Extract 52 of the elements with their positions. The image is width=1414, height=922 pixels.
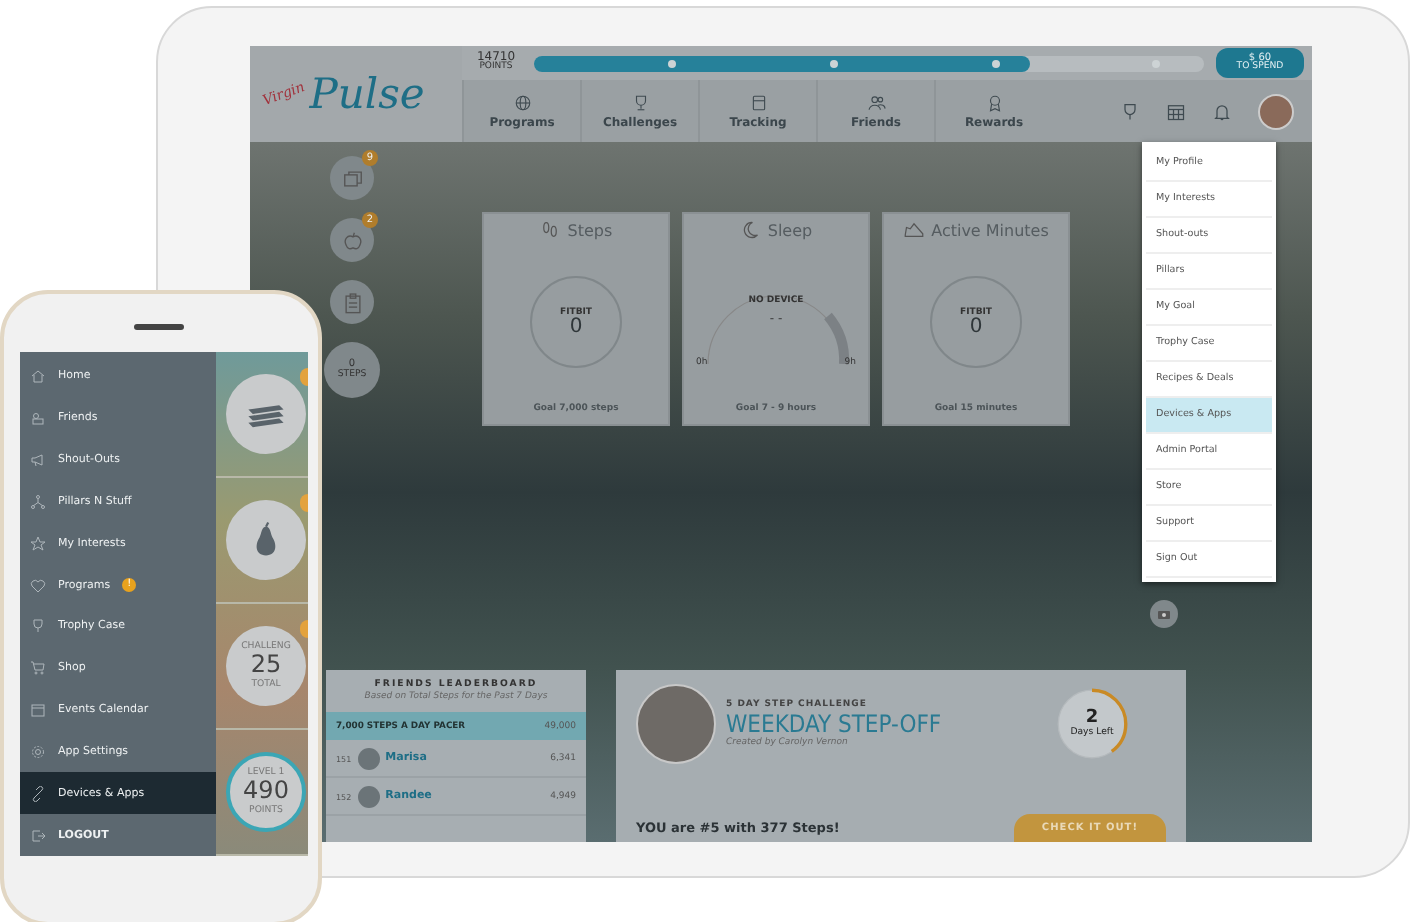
cart-icon [30, 660, 46, 677]
medal-icon [985, 93, 1003, 111]
link-icon [30, 785, 46, 802]
notification-badge [300, 368, 308, 386]
home-icon [30, 368, 46, 385]
apple-icon [341, 229, 363, 251]
card-title: Steps [567, 221, 613, 239]
notebook-icon [749, 93, 767, 111]
speaker-slot [134, 324, 184, 330]
avatar [357, 785, 380, 807]
tracker-value: 0 [969, 317, 983, 337]
people-icon [30, 410, 46, 427]
cards-icon [341, 167, 363, 189]
logo-text: Pulse [309, 70, 425, 118]
moon-icon [739, 220, 760, 240]
footprints-icon [539, 220, 560, 240]
megaphone-icon [30, 452, 46, 469]
card-title: Sleep [767, 221, 813, 239]
milestone-dot [668, 59, 677, 67]
days-left-ring [1054, 686, 1130, 762]
calendar-icon[interactable] [1166, 101, 1186, 121]
stat-circle[interactable] [226, 500, 306, 580]
stat-value: 490 [243, 778, 289, 805]
stat-circle[interactable] [226, 374, 306, 454]
trophy-icon [30, 618, 46, 635]
tracker-value: 0 [569, 317, 583, 337]
challenge-title: WEEKDAY STEP-OFF [726, 710, 944, 738]
notification-badge [300, 620, 308, 638]
people-icon [867, 93, 885, 111]
globe-icon [513, 93, 531, 111]
avatar [357, 747, 380, 769]
trophy-icon [631, 93, 649, 111]
milestone-dot [991, 59, 1000, 67]
camera-button[interactable] [1150, 600, 1178, 628]
calendar-icon [30, 702, 46, 719]
profile-photo-placeholder [636, 684, 716, 764]
stat-value: 25 [250, 652, 282, 679]
milestone-dot [830, 59, 839, 67]
shortcut-button[interactable] [330, 280, 374, 324]
heart-icon [30, 577, 46, 594]
bell-icon[interactable] [1212, 101, 1232, 121]
star-icon [30, 535, 46, 552]
card-title: Active Minutes [931, 221, 1049, 239]
settings-icon [30, 743, 46, 760]
notification-badge [300, 494, 308, 512]
trophy-icon[interactable] [1120, 101, 1140, 121]
camera-icon [1156, 606, 1172, 622]
nodes-icon [30, 493, 46, 510]
avatar[interactable] [1258, 93, 1294, 129]
logout-icon [30, 827, 46, 844]
clipboard-icon [341, 291, 363, 313]
days-left-value: 2 [1085, 710, 1099, 728]
